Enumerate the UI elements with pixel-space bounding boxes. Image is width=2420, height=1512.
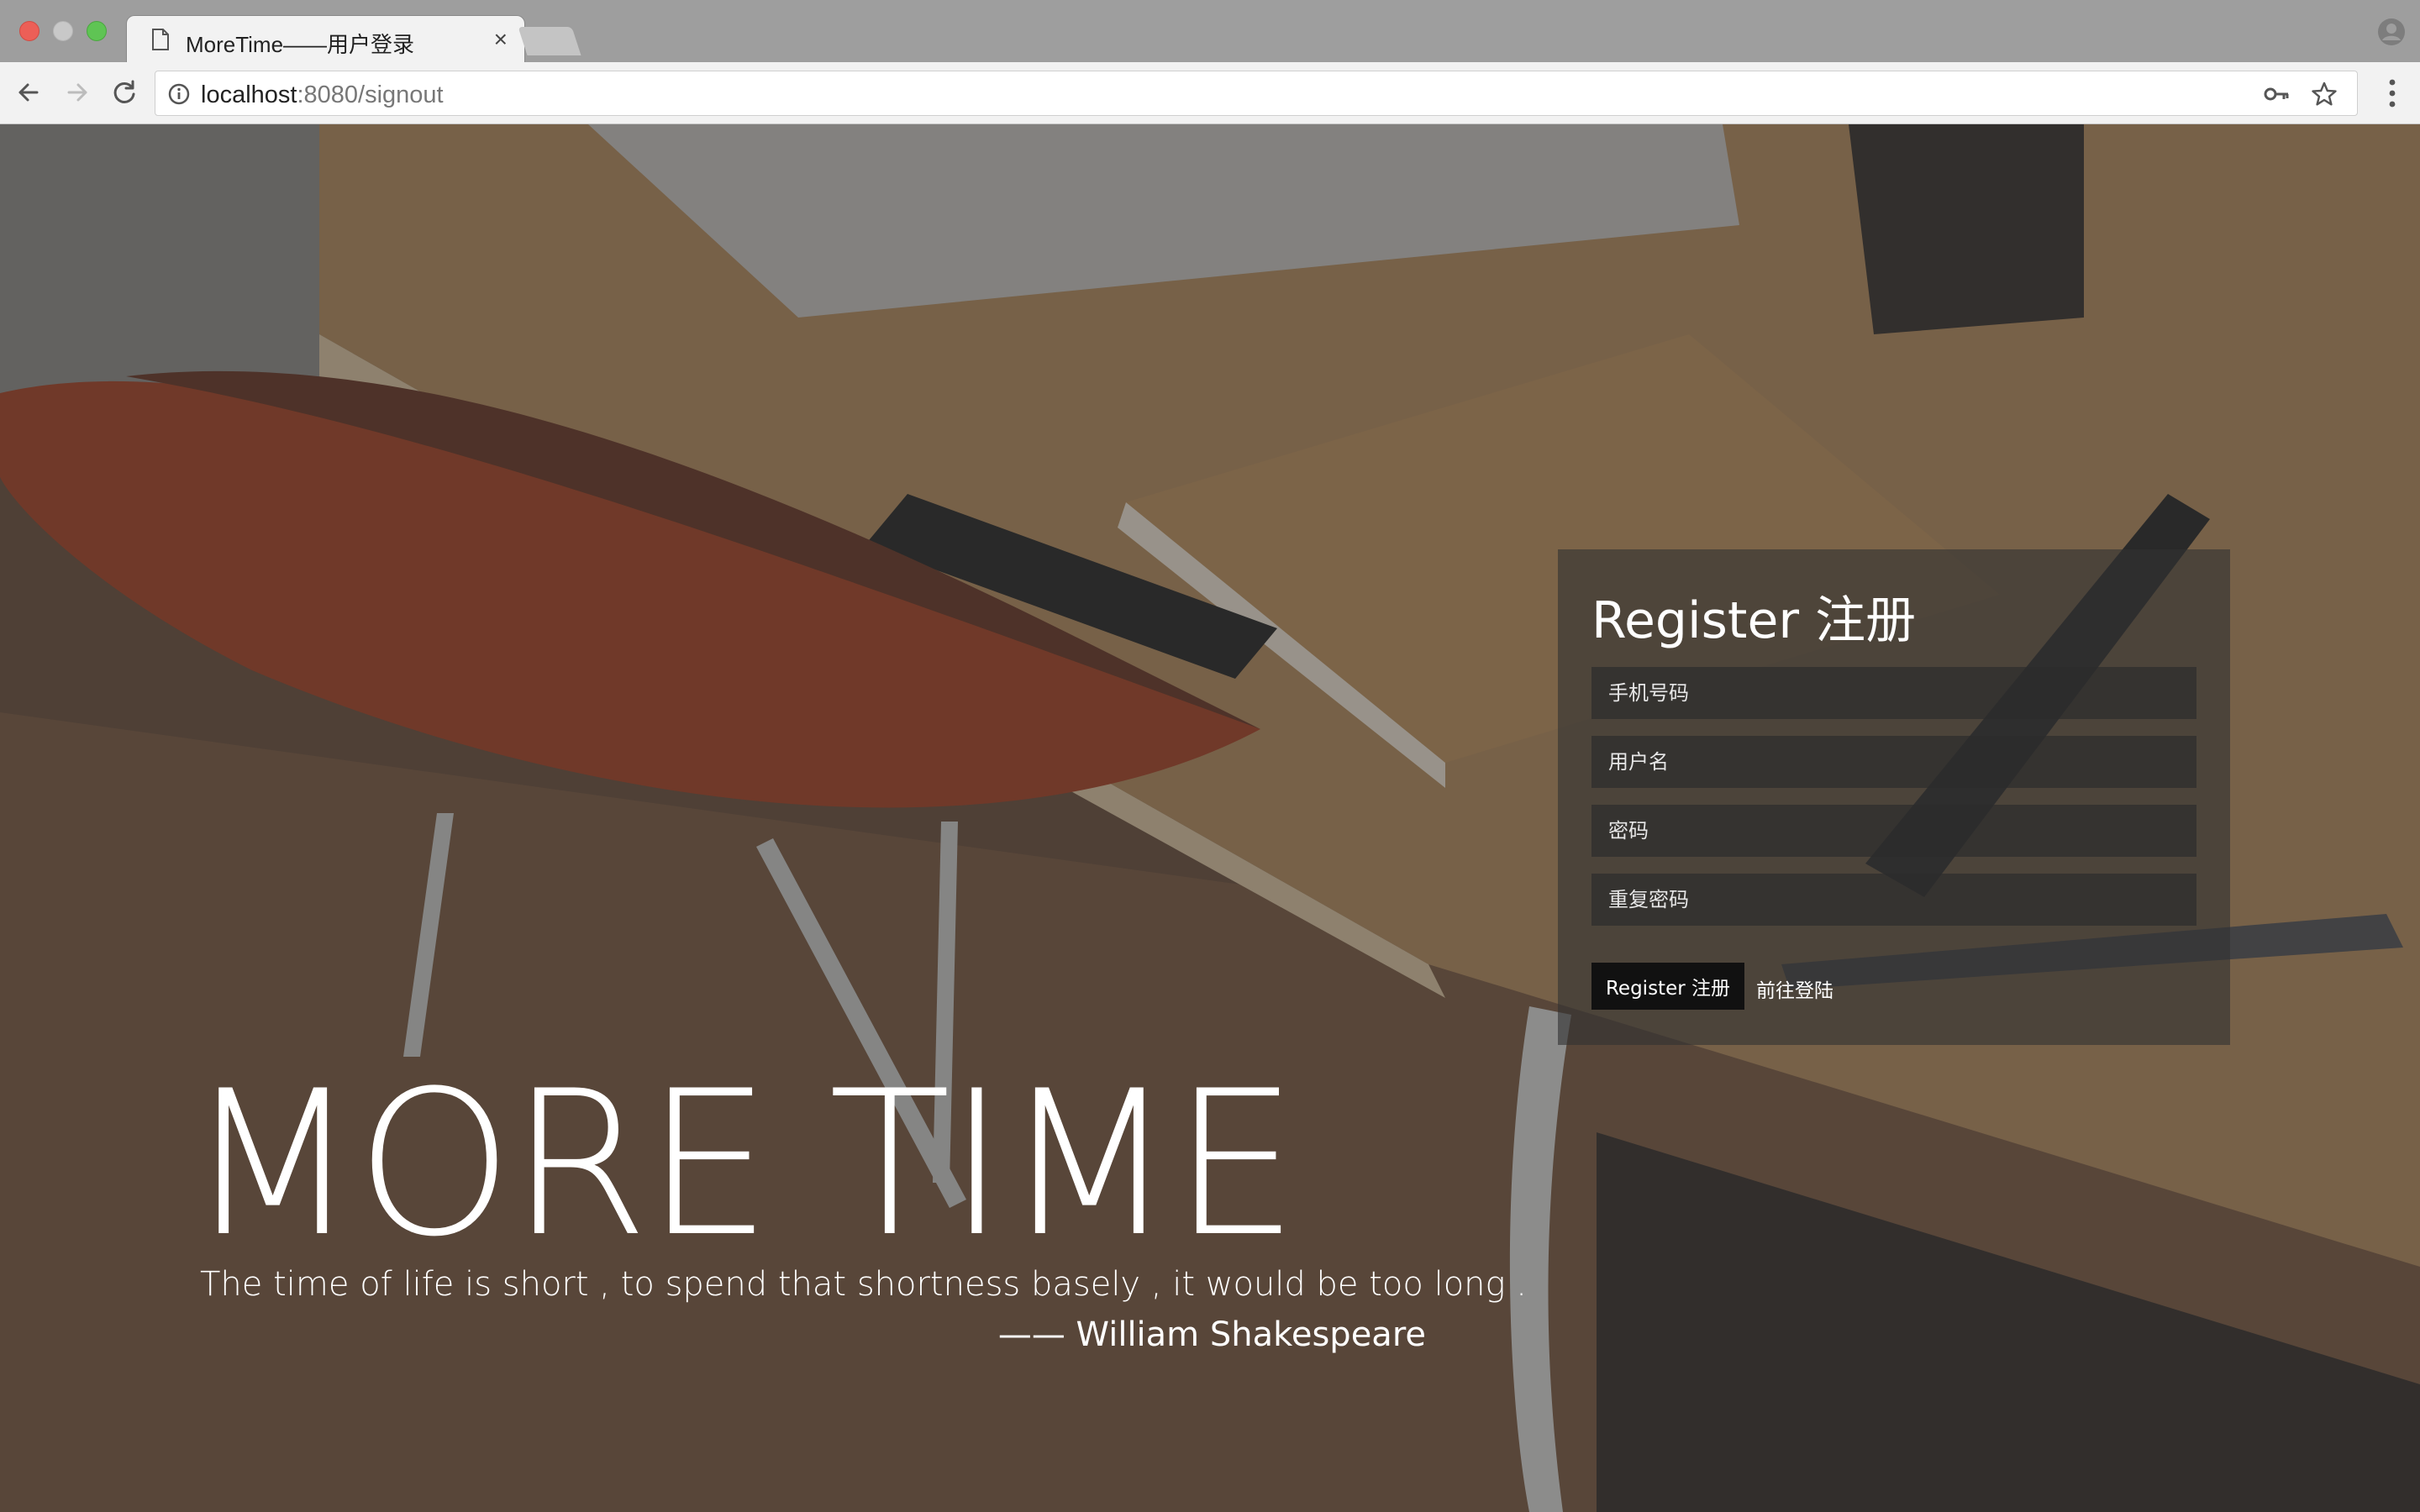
page-content: MORE TIME The time of life is short , to… xyxy=(0,124,2420,1512)
hero-quote-author: —— William Shakespeare xyxy=(997,1315,1426,1354)
hero-quote: The time of life is short , to spend tha… xyxy=(200,1265,1527,1304)
key-icon[interactable] xyxy=(2263,82,2290,106)
url-text[interactable]: localhost:8080/signout xyxy=(201,81,444,109)
reload-icon[interactable] xyxy=(109,77,139,108)
page-icon xyxy=(152,29,169,50)
arrow-left-icon[interactable] xyxy=(13,77,44,108)
register-title: Register 注册 xyxy=(1591,591,1917,650)
address-bar[interactable]: localhost:8080/signout xyxy=(155,71,2358,116)
username-input[interactable] xyxy=(1591,736,2196,788)
new-tab-button[interactable] xyxy=(518,27,581,55)
phone-input[interactable] xyxy=(1591,667,2196,719)
register-panel: Register 注册 Register 注册 前往登陆 xyxy=(1558,549,2230,1045)
browser-tab[interactable]: MoreTime——用户登录 × xyxy=(126,15,525,64)
close-window-button[interactable] xyxy=(19,21,39,41)
repeat-password-input[interactable] xyxy=(1591,874,2196,926)
register-button[interactable]: Register 注册 xyxy=(1591,963,1744,1010)
browser-toolbar: localhost:8080/signout xyxy=(0,62,2420,124)
star-icon[interactable] xyxy=(2312,81,2337,107)
tab-title: MoreTime——用户登录 xyxy=(186,32,415,57)
arrow-right-icon[interactable] xyxy=(62,77,92,108)
url-path: :8080/signout xyxy=(297,81,444,108)
minimize-window-button[interactable] xyxy=(53,21,73,41)
url-host: localhost xyxy=(201,81,297,108)
go-to-login-link[interactable]: 前往登陆 xyxy=(1756,974,1833,1003)
kebab-menu-icon[interactable] xyxy=(2388,79,2396,108)
profile-icon[interactable] xyxy=(2376,17,2407,47)
hero-title: MORE TIME xyxy=(187,1048,1298,1281)
browser-titlebar: MoreTime——用户登录 × xyxy=(0,0,2420,64)
info-icon[interactable] xyxy=(167,82,191,106)
maximize-window-button[interactable] xyxy=(87,21,107,41)
password-input[interactable] xyxy=(1591,805,2196,857)
close-tab-icon[interactable]: × xyxy=(494,28,508,51)
